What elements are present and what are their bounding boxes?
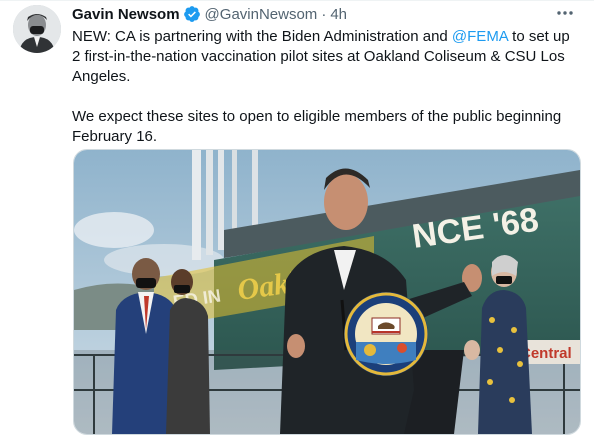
tweet-text-part: NEW: CA is partnering with the Biden Adm…	[72, 28, 452, 45]
avatar[interactable]	[13, 5, 61, 53]
tweet-content: Gavin Newsom @GavinNewsom · 4h NEW: CA i…	[72, 1, 580, 147]
mention-link[interactable]: @FEMA	[452, 28, 508, 45]
separator-dot: ·	[321, 5, 327, 23]
verified-badge-icon	[183, 5, 201, 23]
tweet[interactable]: Gavin Newsom @GavinNewsom · 4h NEW: CA i…	[0, 0, 594, 439]
timestamp[interactable]: 4h	[330, 6, 347, 23]
avatar-image	[13, 5, 61, 53]
tweet-photo[interactable]: NCE '68 ED IN Oakl Central	[73, 149, 581, 435]
more-options-icon[interactable]	[556, 5, 574, 21]
tweet-paragraph-1: NEW: CA is partnering with the Biden Adm…	[72, 27, 580, 87]
author-name[interactable]: Gavin Newsom	[72, 6, 180, 23]
tweet-header: Gavin Newsom @GavinNewsom · 4h	[72, 3, 580, 25]
tweet-paragraph-2: We expect these sites to open to eligibl…	[72, 108, 562, 145]
california-seal	[344, 292, 428, 376]
photo-image: NCE '68 ED IN Oakl Central	[74, 150, 580, 434]
author-handle[interactable]: @GavinNewsom	[205, 6, 318, 23]
tweet-text: NEW: CA is partnering with the Biden Adm…	[72, 27, 580, 147]
